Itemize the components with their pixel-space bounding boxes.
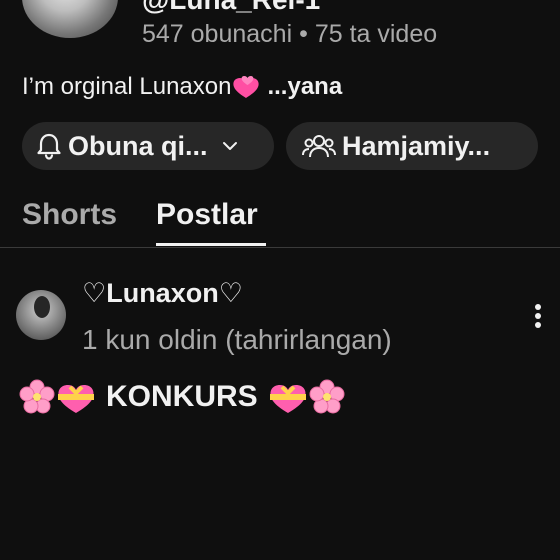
community-icon — [302, 133, 336, 159]
channel-tabs: Shorts Postlar — [0, 190, 560, 248]
heart-icon — [231, 74, 261, 100]
channel-description[interactable]: I’m orginal Lunaxon ...yana — [22, 73, 342, 101]
channel-avatar[interactable] — [22, 0, 118, 38]
tab-posts[interactable]: Postlar — [156, 198, 258, 232]
description-text: I’m orginal Lunaxon — [22, 73, 232, 100]
channel-page: @Luna_Rei-1 547 obunachi • 75 ta video I… — [0, 0, 560, 560]
cherry-blossom-icon — [308, 378, 346, 416]
subscribe-label: Obuna qi... — [68, 130, 208, 161]
post-author-name[interactable]: ♡Lunaxon♡ — [82, 278, 243, 309]
bell-icon — [36, 132, 62, 160]
video-count: 75 ta video — [314, 20, 438, 48]
stats-separator: • — [299, 20, 308, 48]
more-vert-icon[interactable] — [526, 300, 550, 332]
post-content: KONKURS — [18, 378, 346, 416]
subscribe-button[interactable]: Obuna qi... — [22, 122, 274, 170]
gift-heart-icon — [268, 379, 308, 415]
gift-heart-icon — [56, 379, 96, 415]
chevron-down-icon — [222, 141, 238, 151]
post-timestamp: 1 kun oldin (tahrirlangan) — [82, 324, 392, 355]
post-author-avatar[interactable] — [16, 290, 66, 340]
description-more-link[interactable]: ...yana — [267, 73, 342, 101]
community-button[interactable]: Hamjamiy... — [286, 122, 538, 170]
tab-shorts[interactable]: Shorts — [22, 198, 117, 232]
subscriber-count: 547 obunachi — [142, 20, 293, 48]
active-tab-indicator — [156, 243, 266, 246]
cherry-blossom-icon — [18, 378, 56, 416]
channel-handle: @Luna_Rei-1 — [142, 0, 320, 16]
channel-stats: 547 obunachi • 75 ta video — [142, 20, 437, 49]
community-label: Hamjamiy... — [342, 130, 491, 161]
post-text: KONKURS — [106, 380, 258, 413]
